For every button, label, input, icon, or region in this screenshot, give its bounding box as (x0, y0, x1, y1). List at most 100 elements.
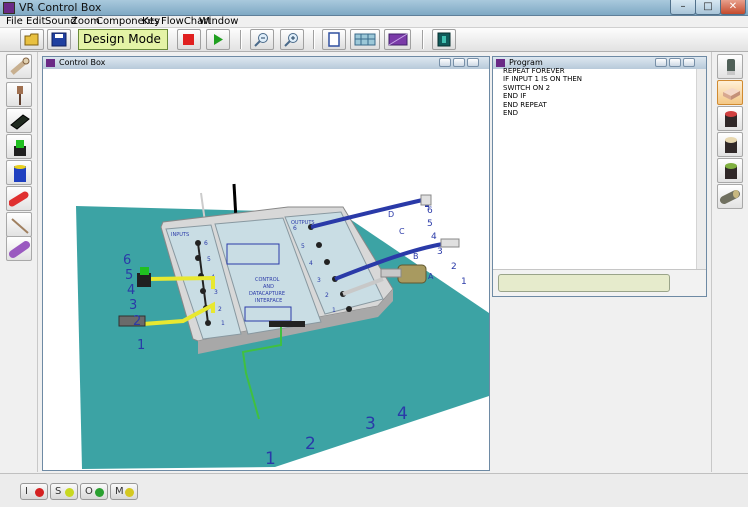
red-dot-icon (35, 488, 44, 497)
switch-icon (10, 114, 30, 130)
red-lamp-icon (9, 191, 29, 207)
menu-file[interactable]: File (6, 16, 23, 28)
board-number: 1 (461, 277, 467, 287)
board-view-button[interactable] (384, 29, 411, 50)
board-number: 6 (427, 206, 433, 216)
program-scrollbar[interactable] (696, 69, 706, 269)
input-pin-label: 6 (204, 240, 208, 247)
output-status-button[interactable]: O (80, 483, 108, 500)
menu-window[interactable]: Window (199, 16, 238, 28)
board-number: 3 (365, 414, 376, 434)
zoom-out-button[interactable] (250, 29, 274, 50)
microphone-icon (10, 57, 30, 75)
program-line: SWITCH ON 2 (503, 83, 551, 92)
zoom-in-button[interactable] (280, 29, 304, 50)
usb-port (269, 321, 305, 327)
sensor-status-button[interactable]: S (50, 483, 78, 500)
motor-status-button[interactable]: M (110, 483, 138, 500)
save-button[interactable] (47, 29, 71, 50)
magnifier-plus-icon (284, 33, 298, 47)
palette-switch[interactable] (6, 108, 32, 133)
probe-icon (17, 86, 23, 105)
palette-buzzer[interactable] (6, 160, 32, 185)
grid-icon (354, 33, 376, 46)
status-letter: O (85, 486, 93, 497)
red-cylinder-icon (725, 111, 737, 127)
palette-dc-motor[interactable] (717, 184, 743, 209)
program-maximize[interactable] (669, 58, 681, 67)
control-box-minimize[interactable] (439, 58, 451, 67)
palette-sensor[interactable] (717, 54, 743, 79)
center-label-interface: INTERFACE (255, 298, 282, 304)
green-dot-icon (95, 488, 104, 497)
wire-icon (11, 218, 29, 234)
control-box-title: Control Box (59, 58, 106, 67)
mode-display[interactable]: Design Mode (78, 29, 168, 50)
maximize-button[interactable]: □ (695, 0, 721, 15)
palette-microphone[interactable] (6, 54, 32, 79)
input-pin-label: 3 (214, 289, 218, 296)
title-bar: VR Control Box – □ ✕ (0, 0, 748, 16)
palette-block[interactable] (717, 80, 743, 105)
program-icon (496, 59, 505, 67)
floppy-icon (51, 32, 67, 47)
run-button[interactable] (206, 29, 230, 50)
input-status-button[interactable]: I (20, 483, 48, 500)
output-pin-label: 1 (332, 307, 336, 314)
magnifier-minus-icon (254, 33, 268, 47)
board-letter: A (428, 272, 434, 281)
block-icon (723, 88, 740, 100)
palette-probe[interactable] (6, 82, 32, 107)
program-code[interactable]: REPEAT FOREVER IF INPUT 1 IS ON THEN SWI… (503, 67, 582, 117)
program-command-input[interactable] (498, 274, 670, 292)
stop-button[interactable] (177, 29, 201, 50)
output-pin-label: 4 (309, 260, 313, 267)
palette-light-sensor[interactable] (717, 132, 743, 157)
status-letter: S (55, 486, 62, 497)
board-number: 6 (123, 253, 131, 268)
close-button[interactable]: ✕ (720, 0, 746, 15)
play-icon (214, 34, 223, 45)
push-button-base (137, 273, 151, 287)
document-icon (328, 32, 340, 47)
3d-scene[interactable]: CONTROL AND DATACAPTURE INTERFACE INPUTS… (43, 69, 489, 470)
palette-wire[interactable] (6, 212, 32, 237)
exit-button[interactable] (432, 29, 456, 50)
control-box-close[interactable] (467, 58, 479, 67)
palette-red-sensor[interactable] (717, 106, 743, 131)
input-pin-label: 5 (207, 256, 211, 263)
dc-motor (397, 264, 427, 284)
output-pin-label: 6 (293, 225, 297, 232)
palette-lamp[interactable] (6, 186, 32, 211)
minimize-button[interactable]: – (670, 0, 696, 15)
board-number: 2 (305, 434, 316, 454)
toolbar-separator (313, 30, 315, 49)
beige-cylinder-icon (725, 137, 737, 153)
control-box-maximize[interactable] (453, 58, 465, 67)
palette-green-sensor[interactable] (717, 158, 743, 183)
toolbar-separator (422, 30, 424, 49)
input-pin-label: 1 (221, 320, 225, 327)
palette-motor[interactable] (6, 236, 32, 261)
palette-green-button[interactable] (6, 134, 32, 159)
program-input-area (493, 269, 706, 296)
board-number: 5 (427, 219, 433, 229)
status-letter: M (115, 486, 124, 497)
open-button[interactable] (20, 29, 44, 50)
board-number: 2 (133, 314, 141, 329)
folder-icon (24, 33, 39, 46)
menu-edit[interactable]: Edit (26, 16, 45, 28)
menu-key[interactable]: Key (142, 16, 160, 28)
program-close[interactable] (683, 58, 695, 67)
program-minimize[interactable] (655, 58, 667, 67)
toolbar-separator (240, 30, 242, 49)
flowchart-view-button[interactable] (350, 29, 380, 50)
program-line: END IF (503, 92, 527, 101)
program-line: END (503, 109, 519, 118)
board-number: 1 (265, 449, 276, 469)
inputs-label: INPUTS (171, 232, 189, 238)
input-pin-label: 2 (218, 306, 222, 313)
sensor-icon (727, 59, 735, 75)
purple-motor-icon (9, 241, 30, 258)
program-view-button[interactable] (322, 29, 346, 50)
